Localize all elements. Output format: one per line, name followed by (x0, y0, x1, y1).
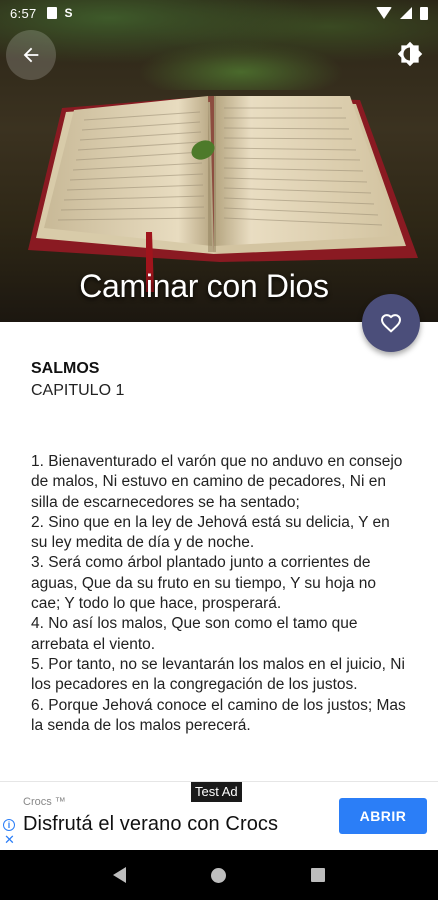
verse-item: 3. Será como árbol plantado junto a corr… (31, 554, 376, 613)
test-ad-label: Test Ad (191, 782, 242, 802)
ad-open-button[interactable]: ABRIR (339, 798, 427, 834)
nav-back-icon[interactable] (112, 867, 126, 883)
nav-recents-icon[interactable] (311, 868, 326, 882)
verse-item: 2. Sino que en la ley de Jehová está su … (31, 513, 390, 552)
heart-outline-icon (380, 314, 402, 333)
system-nav-bar (0, 850, 438, 900)
s-icon: S (64, 6, 73, 20)
arrow-left-icon (23, 47, 39, 63)
nav-home-icon[interactable] (210, 867, 226, 883)
back-button[interactable] (6, 30, 56, 80)
status-time: 6:57 (10, 5, 37, 21)
verse-item: 4. No así los malos, Que son como el tam… (31, 615, 358, 653)
verse-item: 1. Bienaventurado el varón que no anduvo… (31, 453, 403, 511)
book-name: SALMOS (31, 360, 100, 377)
chapter-label: CAPITULO 1 (31, 382, 125, 399)
verse-item: 6. Porque Jehová conoce el camino de los… (31, 696, 406, 734)
page-title: Caminar con Dios (79, 268, 329, 304)
wifi-icon (376, 7, 392, 19)
ad-banner[interactable]: Test Ad Crocs ™ i ✕ Disfrutá el verano c… (0, 781, 438, 849)
theme-toggle-button[interactable] (390, 34, 430, 74)
verse-item: 5. Por tanto, no se levantarán los malos… (31, 655, 405, 694)
ad-info-icon[interactable]: i (3, 819, 15, 831)
brightness-icon (397, 41, 423, 67)
signal-icon (400, 7, 412, 19)
sim-card-icon (46, 7, 57, 19)
ad-brand: Crocs ™ (23, 796, 66, 808)
battery-icon (420, 6, 428, 20)
chapter-content: SALMOS CAPITULO 1 1. Bienaventurado el v… (31, 358, 409, 736)
ad-close-icon[interactable]: ✕ (4, 833, 15, 846)
favorite-button[interactable] (362, 294, 420, 352)
verse-list: 1. Bienaventurado el varón que no anduvo… (31, 452, 409, 736)
status-bar: 6:57 S (0, 0, 438, 26)
ad-headline[interactable]: Disfrutá el verano con Crocs (23, 813, 278, 836)
